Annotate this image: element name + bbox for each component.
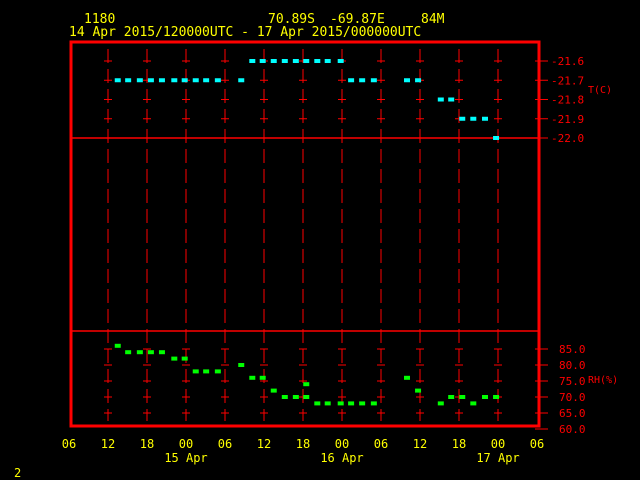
- humidity-point: [314, 401, 321, 406]
- temperature-point: [238, 78, 245, 83]
- rh-y-tick-label: 85.0: [559, 343, 586, 356]
- temperature-point: [303, 59, 310, 63]
- x-tick-label: 06: [218, 437, 232, 451]
- rh-y-tick-label: 80.0: [559, 359, 586, 372]
- rh-axis-label: RH(%): [588, 375, 618, 386]
- temperature-point: [292, 59, 299, 63]
- temperature-point: [259, 59, 266, 63]
- temperature-point: [171, 78, 178, 83]
- x-date-label: 16 Apr: [320, 451, 363, 465]
- x-tick-label: 00: [335, 437, 349, 451]
- temp-y-tick-label: -22.0: [551, 132, 584, 145]
- rh-y-tick-label: 65.0: [559, 407, 586, 420]
- x-tick-label: 12: [257, 437, 271, 451]
- temperature-point: [482, 116, 488, 121]
- x-date-label: 15 Apr: [164, 451, 207, 465]
- humidity-point: [459, 395, 466, 399]
- temp-axis-label: T(C): [588, 85, 612, 96]
- temperature-point: [359, 78, 366, 83]
- temperature-point: [270, 59, 277, 63]
- temperature-point: [314, 59, 321, 63]
- humidity-point: [136, 350, 143, 355]
- meteogram: 1180 70.89S -69.87E 84M 14 Apr 2015/1200…: [14, 12, 618, 480]
- humidity-point: [404, 375, 410, 380]
- rh-y-tick-label: 75.0: [559, 375, 586, 388]
- humidity-point: [192, 369, 199, 374]
- humidity-point: [448, 395, 455, 399]
- temperature-point: [125, 78, 132, 83]
- temperature-point: [249, 59, 256, 63]
- humidity-point: [370, 401, 377, 406]
- humidity-point: [214, 369, 221, 374]
- humidity-point: [415, 388, 422, 393]
- temperature-point: [459, 116, 466, 121]
- x-tick-label: 18: [140, 437, 154, 451]
- humidity-point: [181, 356, 188, 361]
- humidity-point: [292, 395, 299, 399]
- humidity-point: [171, 356, 178, 361]
- humidity-point: [203, 369, 210, 374]
- humidity-point: [303, 382, 310, 387]
- humidity-point: [125, 350, 132, 355]
- temperature-point: [470, 116, 477, 121]
- temperature-point: [114, 78, 121, 83]
- humidity-point: [493, 395, 500, 399]
- x-tick-label: 12: [101, 437, 115, 451]
- humidity-point: [470, 401, 477, 406]
- temperature-point: [158, 78, 165, 83]
- humidity-point: [270, 388, 277, 393]
- humidity-point: [238, 363, 245, 367]
- temperature-point: [192, 78, 199, 83]
- temp-y-tick-label: -21.8: [551, 94, 584, 107]
- temperature-point: [448, 97, 455, 102]
- humidity-point: [482, 395, 488, 399]
- temperature-point: [437, 97, 444, 102]
- x-tick-label: 06: [530, 437, 544, 451]
- elevation: 84M: [421, 12, 445, 27]
- temperature-point: [203, 78, 210, 83]
- humidity-point: [158, 350, 165, 355]
- temperature-point: [370, 78, 377, 83]
- humidity-point: [259, 375, 266, 380]
- x-tick-label: 00: [179, 437, 193, 451]
- temperature-point: [136, 78, 143, 83]
- humidity-point: [303, 395, 310, 399]
- temperature-point: [404, 78, 410, 83]
- x-tick-label: 00: [491, 437, 505, 451]
- humidity-point: [359, 401, 366, 406]
- temperature-point: [214, 78, 221, 83]
- rh-y-tick-label: 60.0: [559, 423, 586, 436]
- temperature-point: [281, 59, 288, 63]
- humidity-point: [114, 343, 121, 348]
- humidity-point: [249, 375, 256, 380]
- page-number: 2: [14, 466, 21, 480]
- temp-y-tick-label: -21.7: [551, 74, 584, 87]
- x-tick-label: 18: [452, 437, 466, 451]
- humidity-point: [437, 401, 444, 406]
- humidity-point: [348, 401, 355, 406]
- x-tick-label: 18: [296, 437, 310, 451]
- temperature-point: [493, 136, 500, 140]
- temperature-point: [181, 78, 188, 83]
- temperature-point: [348, 78, 355, 83]
- temperature-point: [324, 59, 331, 63]
- x-tick-label: 06: [374, 437, 388, 451]
- rh-y-tick-label: 70.0: [559, 391, 586, 404]
- temperature-point: [415, 78, 422, 83]
- humidity-point: [337, 401, 344, 406]
- humidity-point: [281, 395, 288, 399]
- x-tick-label: 12: [413, 437, 427, 451]
- humidity-point: [147, 350, 154, 355]
- temperature-point: [147, 78, 154, 83]
- temperature-point: [337, 59, 344, 63]
- humidity-point: [324, 401, 331, 406]
- x-tick-label: 06: [62, 437, 76, 451]
- temp-y-tick-label: -21.6: [551, 55, 584, 68]
- temp-y-tick-label: -21.9: [551, 113, 584, 126]
- x-date-label: 17 Apr: [476, 451, 519, 465]
- time-range: 14 Apr 2015/120000UTC - 17 Apr 2015/0000…: [69, 25, 421, 40]
